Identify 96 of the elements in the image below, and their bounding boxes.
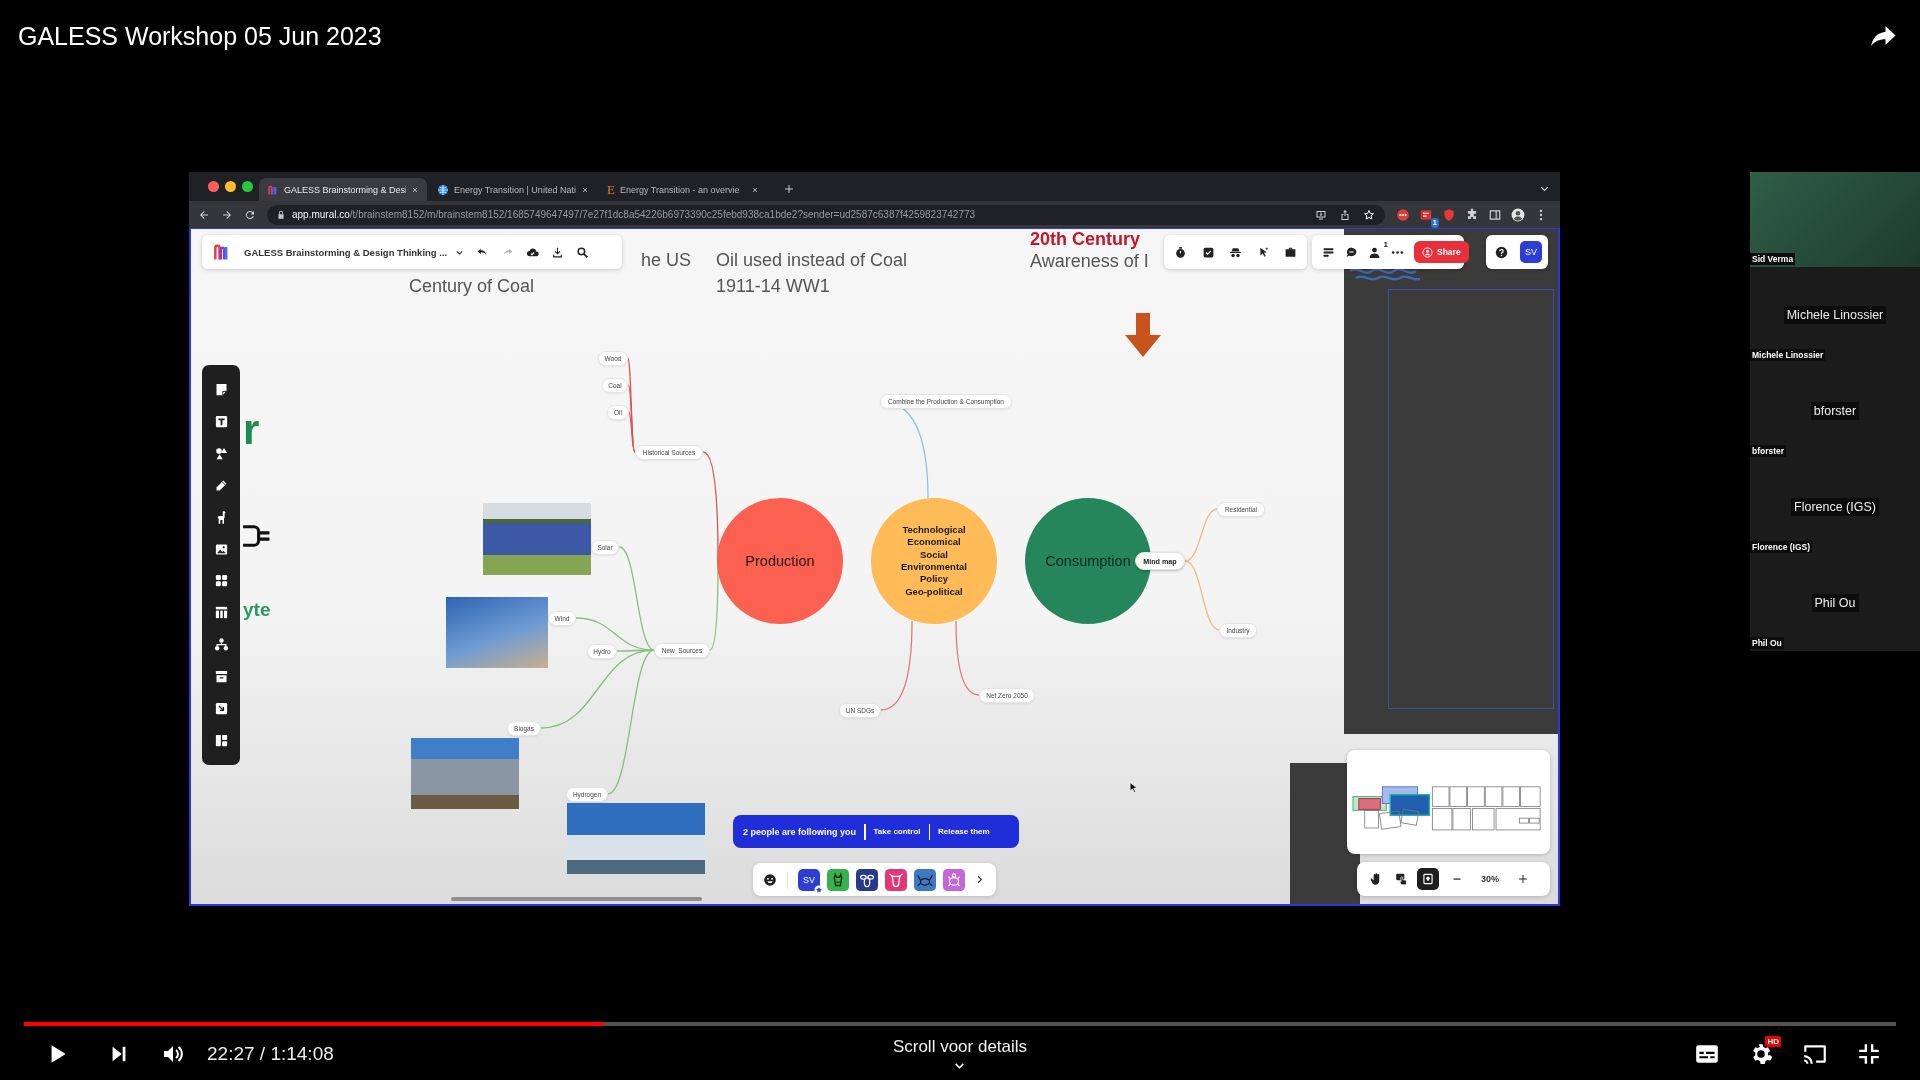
canvas-text: 20th Century	[1030, 229, 1141, 251]
timer-icon[interactable]	[1174, 245, 1187, 259]
collaborator-avatar[interactable]: SV	[798, 868, 820, 891]
participant-name: bforster	[1750, 445, 1787, 457]
profile-icon[interactable]	[1511, 207, 1525, 222]
connector-line	[1184, 508, 1219, 562]
grid-icon[interactable]	[213, 573, 229, 589]
minimize-icon[interactable]	[225, 181, 236, 192]
share-button[interactable]: Share	[1414, 241, 1469, 263]
cursor-icon	[1129, 782, 1138, 793]
view-mode-button[interactable]	[1417, 868, 1439, 890]
browser-tab[interactable]: Energy Transition | United Nati	[429, 178, 597, 201]
map-icon	[1421, 872, 1435, 886]
participant-name: Florence (IGS)	[1791, 498, 1879, 516]
puzzle-icon[interactable]	[1465, 207, 1479, 222]
list-icon[interactable]	[1322, 245, 1335, 259]
follow-action[interactable]: Release them	[938, 827, 990, 836]
zoom-level: 30%	[1481, 874, 1499, 884]
participant-name: bforster	[1810, 402, 1860, 420]
shield-icon[interactable]	[1442, 207, 1456, 222]
connector-line	[1184, 560, 1221, 631]
participant-name: Phil Ou	[1750, 637, 1784, 649]
follow-message: 2 people are following you	[743, 826, 856, 837]
lock-icon[interactable]	[276, 209, 286, 220]
diagram-icon[interactable]	[213, 637, 229, 653]
topic-circle: Technological Economical Social Environmental Policy Geo-political	[871, 498, 997, 624]
exit-fullscreen-icon[interactable]	[1856, 1041, 1882, 1067]
address-field[interactable]: app.mural.co/t/brainstem8152/m/brainstem8152/1685749647497/7e27f1dc8a54226b6973390c25febd938ca1bde2?sender=ud2587c6387f4259823742773	[267, 204, 1385, 225]
minimap-panel[interactable]	[1347, 750, 1550, 854]
cow-avatar-icon[interactable]	[885, 868, 907, 891]
participant-name: Michele Linossier	[1750, 349, 1826, 361]
extension-icon[interactable]	[1396, 207, 1410, 222]
back-icon[interactable]	[198, 208, 210, 221]
reload-icon[interactable]	[244, 208, 256, 221]
browser-tab[interactable]: E Energy Transition - an overvie	[599, 178, 767, 201]
checkbox-icon[interactable]	[1201, 245, 1215, 259]
quality-badge: HD	[1765, 1036, 1781, 1047]
download-icon[interactable]	[551, 245, 565, 259]
touch-icon	[1395, 872, 1409, 886]
canvas-text: 1911-14 WW1	[716, 276, 830, 298]
follow-action[interactable]: Take control	[873, 827, 921, 836]
forward-icon[interactable]	[221, 208, 233, 221]
new-tab-icon[interactable]	[783, 183, 795, 195]
canvas-text: r	[243, 405, 260, 455]
close-tab-icon[interactable]	[751, 185, 759, 194]
briefcase-icon[interactable]	[1284, 245, 1297, 259]
topic-circle: Production	[717, 498, 843, 624]
notification-badge: 1	[1430, 217, 1439, 228]
close-tab-icon[interactable]	[581, 185, 589, 194]
time-display: 22:27 / 1:14:08	[207, 1043, 334, 1065]
participant-name: Sid Verma	[1750, 253, 1796, 265]
globe-icon	[437, 183, 449, 196]
favicon-letter: E	[607, 183, 615, 196]
canvas-text: Oil used instead of Coal	[716, 250, 908, 272]
smiley-icon[interactable]	[763, 872, 777, 887]
add-person-icon	[1422, 246, 1433, 258]
canvas-text: Century of Coal	[409, 276, 535, 298]
install-icon[interactable]	[1315, 208, 1327, 221]
turtle-avatar-icon[interactable]	[943, 868, 965, 891]
participant-name: Phil Ou	[1811, 594, 1859, 612]
user-avatar[interactable]: SV	[1520, 241, 1542, 263]
video-title: GALESS Workshop 05 Jun 2023	[18, 21, 382, 51]
progress-track[interactable]	[24, 1022, 1896, 1026]
search-icon[interactable]	[576, 245, 590, 259]
logo-icon	[267, 183, 279, 196]
participant-name: Florence (IGS)	[1750, 541, 1813, 553]
person-icon[interactable]	[1368, 245, 1381, 259]
crab-avatar-icon[interactable]	[914, 868, 936, 891]
maximize-icon[interactable]	[242, 181, 253, 192]
canvas-text: yte	[243, 599, 271, 622]
canvas-text: he US	[641, 250, 692, 272]
help-icon[interactable]	[1495, 245, 1508, 259]
close-tab-icon[interactable]	[411, 185, 419, 194]
sidebar-icon[interactable]	[1488, 207, 1502, 222]
browser-tab[interactable]: GALESS Brainstorming & Desi	[259, 178, 427, 201]
shapes-icon[interactable]	[213, 445, 229, 461]
member-count: 1	[1383, 239, 1388, 249]
zoom-in-icon[interactable]	[1517, 873, 1529, 885]
board-title[interactable]: GALESS Brainstorming & Design Thinking ...	[244, 246, 448, 258]
scrollbar[interactable]	[451, 897, 702, 901]
extension-icon[interactable]	[1419, 207, 1433, 222]
bee-avatar-icon[interactable]	[856, 868, 878, 891]
close-icon[interactable]	[208, 181, 219, 192]
chat-icon[interactable]	[1345, 245, 1358, 259]
scroll-hint[interactable]: Scroll voor details	[892, 1036, 1028, 1057]
incognito-icon[interactable]	[1229, 245, 1242, 259]
table-icon[interactable]	[213, 605, 229, 621]
share-page-icon[interactable]	[1339, 208, 1351, 221]
text-tool-icon[interactable]	[213, 413, 229, 429]
star-icon[interactable]	[1363, 208, 1375, 221]
archive-icon[interactable]	[213, 669, 229, 685]
layout-icon[interactable]	[213, 733, 229, 749]
participant-name: Michele Linossier	[1783, 306, 1887, 324]
canvas-text: Awareness of I	[1030, 251, 1149, 273]
horse-avatar-icon[interactable]	[827, 868, 849, 891]
import-icon[interactable]	[213, 701, 229, 717]
